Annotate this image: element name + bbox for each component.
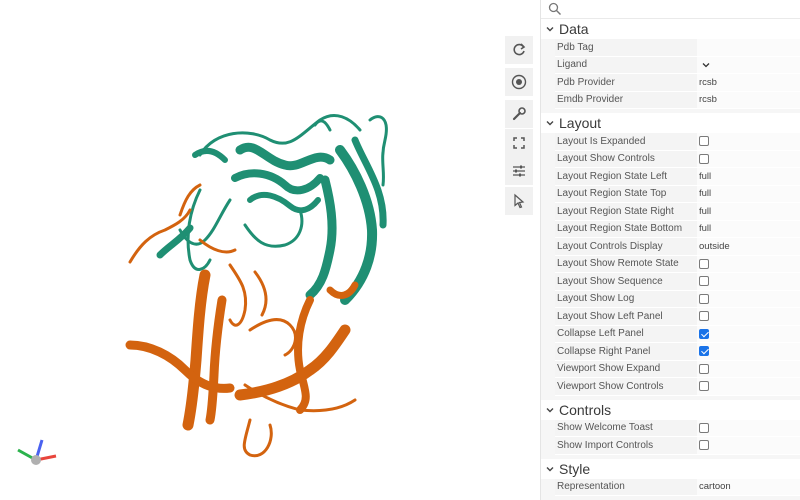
- option-region-top: Layout Region State Top full: [555, 185, 800, 203]
- chevron-down-icon: [546, 466, 554, 471]
- representation-select[interactable]: cartoon: [697, 478, 800, 495]
- option-label: Layout Region State Top: [557, 188, 667, 200]
- option-label: Layout Controls Display: [557, 240, 663, 252]
- viewport-show-controls-checkbox[interactable]: [699, 381, 709, 392]
- chevron-down-icon: [702, 62, 710, 68]
- show-remote-state-checkbox[interactable]: [699, 258, 709, 269]
- option-label: Pdb Tag: [557, 41, 594, 53]
- option-label: Layout Region State Bottom: [557, 223, 683, 235]
- option-label: Representation: [557, 481, 625, 493]
- option-label: Layout Show Left Panel: [557, 310, 663, 322]
- option-controls-display: Layout Controls Display outside: [555, 238, 800, 256]
- option-label: Viewport Show Controls: [557, 380, 664, 392]
- section-title: Style: [559, 460, 591, 477]
- show-welcome-toast-checkbox[interactable]: [699, 422, 709, 433]
- protein-cartoon-render: [125, 114, 388, 458]
- expand-icon: [513, 137, 525, 149]
- pdb-tag-input[interactable]: [697, 39, 800, 56]
- option-label: Layout Region State Left: [557, 170, 668, 182]
- show-sequence-checkbox[interactable]: [699, 276, 709, 287]
- show-left-panel-checkbox[interactable]: [699, 311, 709, 322]
- viewport-show-expand-checkbox[interactable]: [699, 363, 709, 374]
- search-icon: [548, 2, 561, 15]
- option-label: Layout Is Expanded: [557, 135, 646, 147]
- reset-zoom-icon: [513, 43, 526, 56]
- chevron-down-icon: [546, 121, 554, 126]
- options-search[interactable]: [541, 0, 800, 19]
- option-viewport-show-controls: Viewport Show Controls: [555, 378, 800, 396]
- option-collapse-right-panel: Collapse Right Panel: [555, 343, 800, 361]
- layout-is-expanded-checkbox[interactable]: [699, 136, 709, 147]
- option-label: Layout Show Sequence: [557, 275, 663, 287]
- option-show-sequence: Layout Show Sequence: [555, 273, 800, 291]
- option-emdb-provider: Emdb Provider rcsb: [555, 91, 800, 109]
- option-show-import-controls: Show Import Controls: [555, 437, 800, 455]
- screenshot-icon: [511, 74, 527, 90]
- emdb-provider-select[interactable]: rcsb: [697, 91, 800, 108]
- layout-show-controls-checkbox[interactable]: [699, 153, 709, 164]
- pdb-provider-select[interactable]: rcsb: [697, 74, 800, 91]
- option-region-right: Layout Region State Right full: [555, 203, 800, 221]
- controls-display-select[interactable]: outside: [697, 238, 800, 255]
- molecule-viewport[interactable]: [0, 0, 540, 500]
- selection-mode-button[interactable]: [505, 187, 533, 215]
- toggle-expanded-button[interactable]: [505, 129, 533, 157]
- show-log-checkbox[interactable]: [699, 293, 709, 304]
- option-label: Show Import Controls: [557, 439, 654, 451]
- option-label: Collapse Left Panel: [557, 328, 644, 340]
- show-import-controls-checkbox[interactable]: [699, 440, 709, 451]
- option-label: Pdb Provider: [557, 76, 615, 88]
- options-panel: Data Pdb Tag Ligand Pdb Provider rcsb Em…: [540, 0, 800, 500]
- app-root: Data Pdb Tag Ligand Pdb Provider rcsb Em…: [0, 0, 800, 500]
- selection-mode-icon: [514, 193, 525, 209]
- collapse-right-panel-checkbox[interactable]: [699, 346, 709, 357]
- option-representation: Representation cartoon: [555, 478, 800, 496]
- option-show-log: Layout Show Log: [555, 290, 800, 308]
- option-show-remote-state: Layout Show Remote State: [555, 255, 800, 273]
- option-layout-show-controls: Layout Show Controls: [555, 150, 800, 168]
- section-style-header[interactable]: Style: [541, 458, 800, 479]
- option-pdb-tag: Pdb Tag: [555, 39, 800, 57]
- settings-sliders-icon: [513, 165, 525, 177]
- option-ligand: Ligand: [555, 56, 800, 74]
- option-pdb-provider: Pdb Provider rcsb: [555, 74, 800, 92]
- chevron-down-icon: [546, 407, 554, 412]
- reset-zoom-button[interactable]: [505, 36, 533, 64]
- option-label: Layout Show Controls: [557, 153, 655, 165]
- option-show-left-panel: Layout Show Left Panel: [555, 308, 800, 326]
- option-collapse-left-panel: Collapse Left Panel: [555, 325, 800, 343]
- screenshot-button[interactable]: [505, 68, 533, 96]
- option-label: Collapse Right Panel: [557, 345, 651, 357]
- section-title: Controls: [559, 401, 612, 418]
- section-title: Data: [559, 21, 589, 37]
- option-label: Show Welcome Toast: [557, 422, 653, 434]
- option-label: Viewport Show Expand: [557, 363, 661, 375]
- region-left-select[interactable]: full: [697, 168, 800, 185]
- region-right-select[interactable]: full: [697, 203, 800, 220]
- region-top-select[interactable]: full: [697, 185, 800, 202]
- option-viewport-show-expand: Viewport Show Expand: [555, 360, 800, 378]
- settings-button[interactable]: [505, 157, 533, 185]
- section-controls-header[interactable]: Controls: [541, 399, 800, 420]
- option-region-left: Layout Region State Left full: [555, 168, 800, 186]
- option-label: Layout Show Remote State: [557, 258, 679, 270]
- section-title: Layout: [559, 115, 602, 131]
- section-layout-header[interactable]: Layout: [541, 113, 800, 133]
- option-label: Layout Region State Right: [557, 205, 674, 217]
- wrench-icon: [512, 107, 526, 121]
- option-label: Layout Show Log: [557, 293, 635, 305]
- ligand-select[interactable]: [697, 56, 800, 73]
- option-label: Ligand: [557, 59, 588, 71]
- section-data-header[interactable]: Data: [541, 19, 800, 39]
- tools-button[interactable]: [505, 100, 533, 128]
- chevron-down-icon: [546, 27, 554, 32]
- collapse-left-panel-checkbox[interactable]: [699, 328, 709, 339]
- option-layout-is-expanded: Layout Is Expanded: [555, 133, 800, 151]
- option-show-welcome-toast: Show Welcome Toast: [555, 419, 800, 437]
- region-bottom-select[interactable]: full: [697, 220, 800, 237]
- option-label: Emdb Provider: [557, 94, 624, 106]
- option-region-bottom: Layout Region State Bottom full: [555, 220, 800, 238]
- axes-gizmo: [17, 439, 57, 465]
